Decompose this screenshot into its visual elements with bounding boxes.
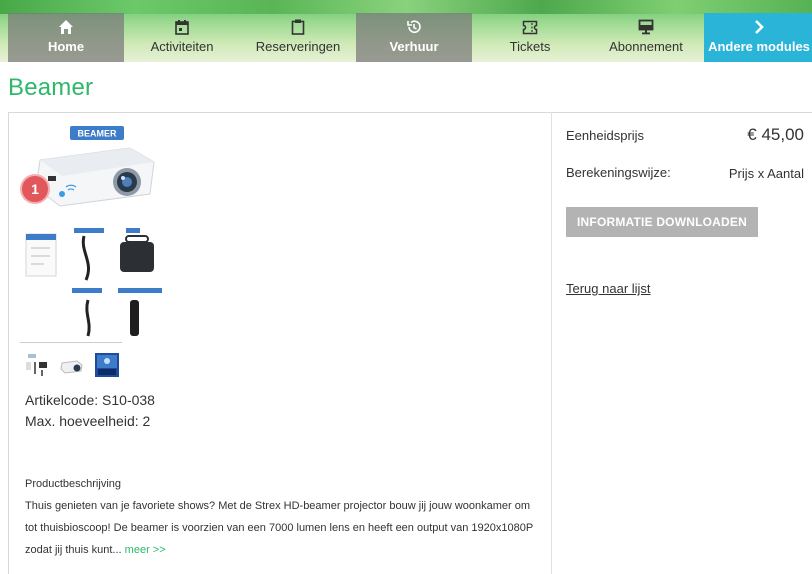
image-badge-text: BEAMER bbox=[77, 129, 117, 139]
image-divider bbox=[20, 342, 122, 343]
step-marker-badge: 1 bbox=[20, 174, 50, 204]
nav-background-decoration bbox=[0, 0, 812, 14]
nav-label: Andere modules bbox=[708, 39, 810, 54]
thumbnail-projector[interactable] bbox=[59, 352, 85, 378]
nav-item-activiteiten[interactable]: Activiteiten bbox=[124, 13, 240, 62]
nav-item-reserveringen[interactable]: Reserveringen bbox=[240, 13, 356, 62]
thumbnail-strip bbox=[24, 352, 120, 378]
unit-price-value: € 45,00 bbox=[747, 125, 804, 144]
calculation-value: Prijs x Aantal bbox=[728, 166, 804, 181]
monitor-icon bbox=[637, 19, 655, 35]
product-description: Thuis genieten van je favoriete shows? M… bbox=[25, 495, 545, 561]
nav-label: Reserveringen bbox=[255, 39, 341, 54]
chevron-right-icon bbox=[750, 19, 768, 35]
column-divider bbox=[551, 112, 552, 574]
product-image[interactable]: BEAMER bbox=[22, 124, 172, 340]
nav-item-abonnement[interactable]: Abonnement bbox=[588, 13, 704, 62]
back-to-list-link[interactable]: Terug naar lijst bbox=[566, 281, 651, 296]
more-link[interactable]: meer >> bbox=[125, 544, 166, 556]
page-title: Beamer bbox=[8, 74, 94, 101]
nav-item-andere-modules[interactable]: Andere modules bbox=[704, 13, 812, 62]
nav-label: Activiteiten bbox=[150, 39, 214, 54]
top-navigation: Home Activiteiten Reserveringen Verhuur … bbox=[0, 0, 812, 62]
nav-items: Home Activiteiten Reserveringen Verhuur … bbox=[8, 13, 812, 62]
description-text: Thuis genieten van je favoriete shows? M… bbox=[25, 500, 533, 556]
clipboard-icon bbox=[289, 19, 307, 35]
nav-label: Home bbox=[47, 39, 85, 54]
home-icon bbox=[57, 19, 75, 35]
history-icon bbox=[405, 19, 423, 35]
calendar-icon bbox=[173, 19, 191, 35]
nav-label: Abonnement bbox=[609, 39, 683, 54]
thumbnail-screen[interactable] bbox=[94, 352, 120, 378]
nav-label: Tickets bbox=[509, 39, 551, 54]
description-heading: Productbeschrijving bbox=[25, 478, 121, 490]
download-info-button[interactable]: INFORMATIE DOWNLOADEN bbox=[566, 207, 758, 237]
nav-label: Verhuur bbox=[389, 39, 439, 54]
unit-price-label: Eenheidsprijs bbox=[566, 128, 645, 143]
max-quantity: Max. hoeveelheid: 2 bbox=[25, 413, 151, 429]
thumbnail-accessories[interactable] bbox=[24, 352, 50, 378]
nav-item-home[interactable]: Home bbox=[8, 13, 124, 62]
nav-item-verhuur[interactable]: Verhuur bbox=[356, 13, 472, 62]
nav-item-tickets[interactable]: Tickets bbox=[472, 13, 588, 62]
article-code: Artikelcode: S10-038 bbox=[25, 392, 155, 408]
calculation-label: Berekeningswijze: bbox=[566, 165, 671, 180]
ticket-icon bbox=[521, 19, 539, 35]
